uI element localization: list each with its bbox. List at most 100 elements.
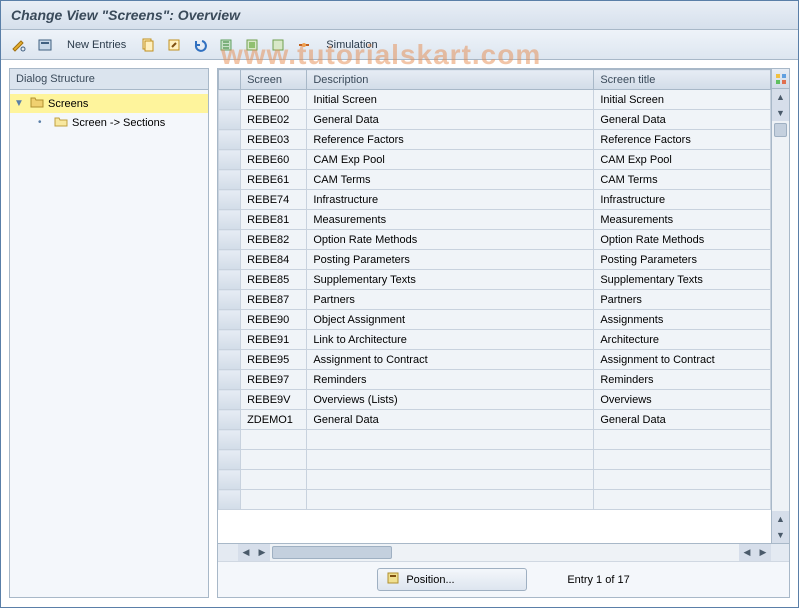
- undo-icon[interactable]: [190, 35, 210, 55]
- cell-screen[interactable]: REBE00: [241, 90, 307, 110]
- cell-title[interactable]: Posting Parameters: [594, 250, 771, 270]
- column-header-description[interactable]: Description: [307, 70, 594, 90]
- cell-description[interactable]: Supplementary Texts: [307, 270, 594, 290]
- cell-title[interactable]: General Data: [594, 410, 771, 430]
- table-row[interactable]: REBE61CAM TermsCAM Terms: [219, 170, 771, 190]
- row-selector[interactable]: [219, 290, 241, 310]
- cell-screen[interactable]: REBE60: [241, 150, 307, 170]
- pencil-glasses-icon[interactable]: [9, 35, 29, 55]
- cell-description[interactable]: Option Rate Methods: [307, 230, 594, 250]
- row-selector[interactable]: [219, 170, 241, 190]
- select-all-icon[interactable]: [242, 35, 262, 55]
- cell-title[interactable]: Initial Screen: [594, 90, 771, 110]
- row-selector[interactable]: [219, 370, 241, 390]
- cell-screen[interactable]: REBE03: [241, 130, 307, 150]
- cell-title[interactable]: Supplementary Texts: [594, 270, 771, 290]
- cell-title[interactable]: Reminders: [594, 370, 771, 390]
- cell-screen[interactable]: REBE81: [241, 210, 307, 230]
- scroll-down2-button[interactable]: ▼: [772, 527, 789, 543]
- cell-title[interactable]: CAM Terms: [594, 170, 771, 190]
- scroll-thumb-h[interactable]: [272, 546, 392, 559]
- cell-title[interactable]: Partners: [594, 290, 771, 310]
- cell-description[interactable]: CAM Exp Pool: [307, 150, 594, 170]
- cell-description[interactable]: Partners: [307, 290, 594, 310]
- table-row[interactable]: REBE82Option Rate MethodsOption Rate Met…: [219, 230, 771, 250]
- scroll-track-v[interactable]: [772, 121, 789, 511]
- table-row[interactable]: REBE02General DataGeneral Data: [219, 110, 771, 130]
- cell-screen[interactable]: REBE91: [241, 330, 307, 350]
- table-row[interactable]: REBE91Link to ArchitectureArchitecture: [219, 330, 771, 350]
- scroll-right2-button[interactable]: ▶: [755, 544, 771, 561]
- table-settings-icon[interactable]: [772, 69, 789, 89]
- scroll-left-button[interactable]: ◀: [238, 544, 254, 561]
- cell-title[interactable]: General Data: [594, 110, 771, 130]
- cell-title[interactable]: Overviews: [594, 390, 771, 410]
- row-selector[interactable]: [219, 350, 241, 370]
- cell-description[interactable]: Initial Screen: [307, 90, 594, 110]
- position-button[interactable]: Position...: [377, 568, 527, 591]
- table-row[interactable]: REBE87PartnersPartners: [219, 290, 771, 310]
- row-selector[interactable]: [219, 330, 241, 350]
- row-selector[interactable]: [219, 390, 241, 410]
- table-row[interactable]: REBE97RemindersReminders: [219, 370, 771, 390]
- table-row[interactable]: REBE9VOverviews (Lists)Overviews: [219, 390, 771, 410]
- cell-description[interactable]: Posting Parameters: [307, 250, 594, 270]
- cell-description[interactable]: General Data: [307, 410, 594, 430]
- table-row[interactable]: REBE84Posting ParametersPosting Paramete…: [219, 250, 771, 270]
- row-selector[interactable]: [219, 190, 241, 210]
- cell-description[interactable]: Overviews (Lists): [307, 390, 594, 410]
- simulation-button[interactable]: Simulation: [320, 39, 383, 51]
- cell-description[interactable]: Reminders: [307, 370, 594, 390]
- scroll-down-button[interactable]: ▼: [772, 105, 789, 121]
- tree-node-screens[interactable]: ▼ Screens: [10, 94, 208, 113]
- row-selector[interactable]: [219, 130, 241, 150]
- select-all-header[interactable]: [219, 70, 241, 90]
- tree-node-sections[interactable]: • Screen -> Sections: [10, 113, 208, 132]
- cell-screen[interactable]: REBE9V: [241, 390, 307, 410]
- scroll-thumb-v[interactable]: [774, 123, 787, 137]
- deselect-all-icon[interactable]: [268, 35, 288, 55]
- table-row[interactable]: ZDEMO1General DataGeneral Data: [219, 410, 771, 430]
- column-header-title[interactable]: Screen title: [594, 70, 771, 90]
- cell-screen[interactable]: REBE61: [241, 170, 307, 190]
- row-selector[interactable]: [219, 310, 241, 330]
- row-selector[interactable]: [219, 250, 241, 270]
- cell-description[interactable]: Measurements: [307, 210, 594, 230]
- table-row[interactable]: REBE74InfrastructureInfrastructure: [219, 190, 771, 210]
- other-view-icon[interactable]: [35, 35, 55, 55]
- cell-screen[interactable]: REBE74: [241, 190, 307, 210]
- cell-screen[interactable]: REBE84: [241, 250, 307, 270]
- bc-set-icon[interactable]: [294, 35, 314, 55]
- cell-screen[interactable]: REBE85: [241, 270, 307, 290]
- collapse-icon[interactable]: ▼: [14, 98, 26, 109]
- table-row[interactable]: REBE81MeasurementsMeasurements: [219, 210, 771, 230]
- table-row[interactable]: REBE60CAM Exp PoolCAM Exp Pool: [219, 150, 771, 170]
- cell-title[interactable]: Assignment to Contract: [594, 350, 771, 370]
- cell-description[interactable]: Object Assignment: [307, 310, 594, 330]
- copy-icon[interactable]: [138, 35, 158, 55]
- table-row[interactable]: REBE85Supplementary TextsSupplementary T…: [219, 270, 771, 290]
- scroll-track-h[interactable]: [270, 544, 739, 561]
- row-selector[interactable]: [219, 90, 241, 110]
- cell-screen[interactable]: ZDEMO1: [241, 410, 307, 430]
- scroll-up2-button[interactable]: ▲: [772, 511, 789, 527]
- cell-screen[interactable]: REBE95: [241, 350, 307, 370]
- scroll-left2-button[interactable]: ◀: [739, 544, 755, 561]
- change-icon[interactable]: [164, 35, 184, 55]
- row-selector[interactable]: [219, 270, 241, 290]
- cell-description[interactable]: CAM Terms: [307, 170, 594, 190]
- cell-description[interactable]: Assignment to Contract: [307, 350, 594, 370]
- cell-title[interactable]: Reference Factors: [594, 130, 771, 150]
- row-selector[interactable]: [219, 150, 241, 170]
- table-row[interactable]: REBE90Object AssignmentAssignments: [219, 310, 771, 330]
- column-header-screen[interactable]: Screen: [241, 70, 307, 90]
- scroll-up-button[interactable]: ▲: [772, 89, 789, 105]
- cell-title[interactable]: CAM Exp Pool: [594, 150, 771, 170]
- table-row[interactable]: REBE03Reference FactorsReference Factors: [219, 130, 771, 150]
- cell-screen[interactable]: REBE02: [241, 110, 307, 130]
- cell-screen[interactable]: REBE90: [241, 310, 307, 330]
- row-selector[interactable]: [219, 410, 241, 430]
- cell-screen[interactable]: REBE87: [241, 290, 307, 310]
- delete-icon[interactable]: [216, 35, 236, 55]
- cell-description[interactable]: Infrastructure: [307, 190, 594, 210]
